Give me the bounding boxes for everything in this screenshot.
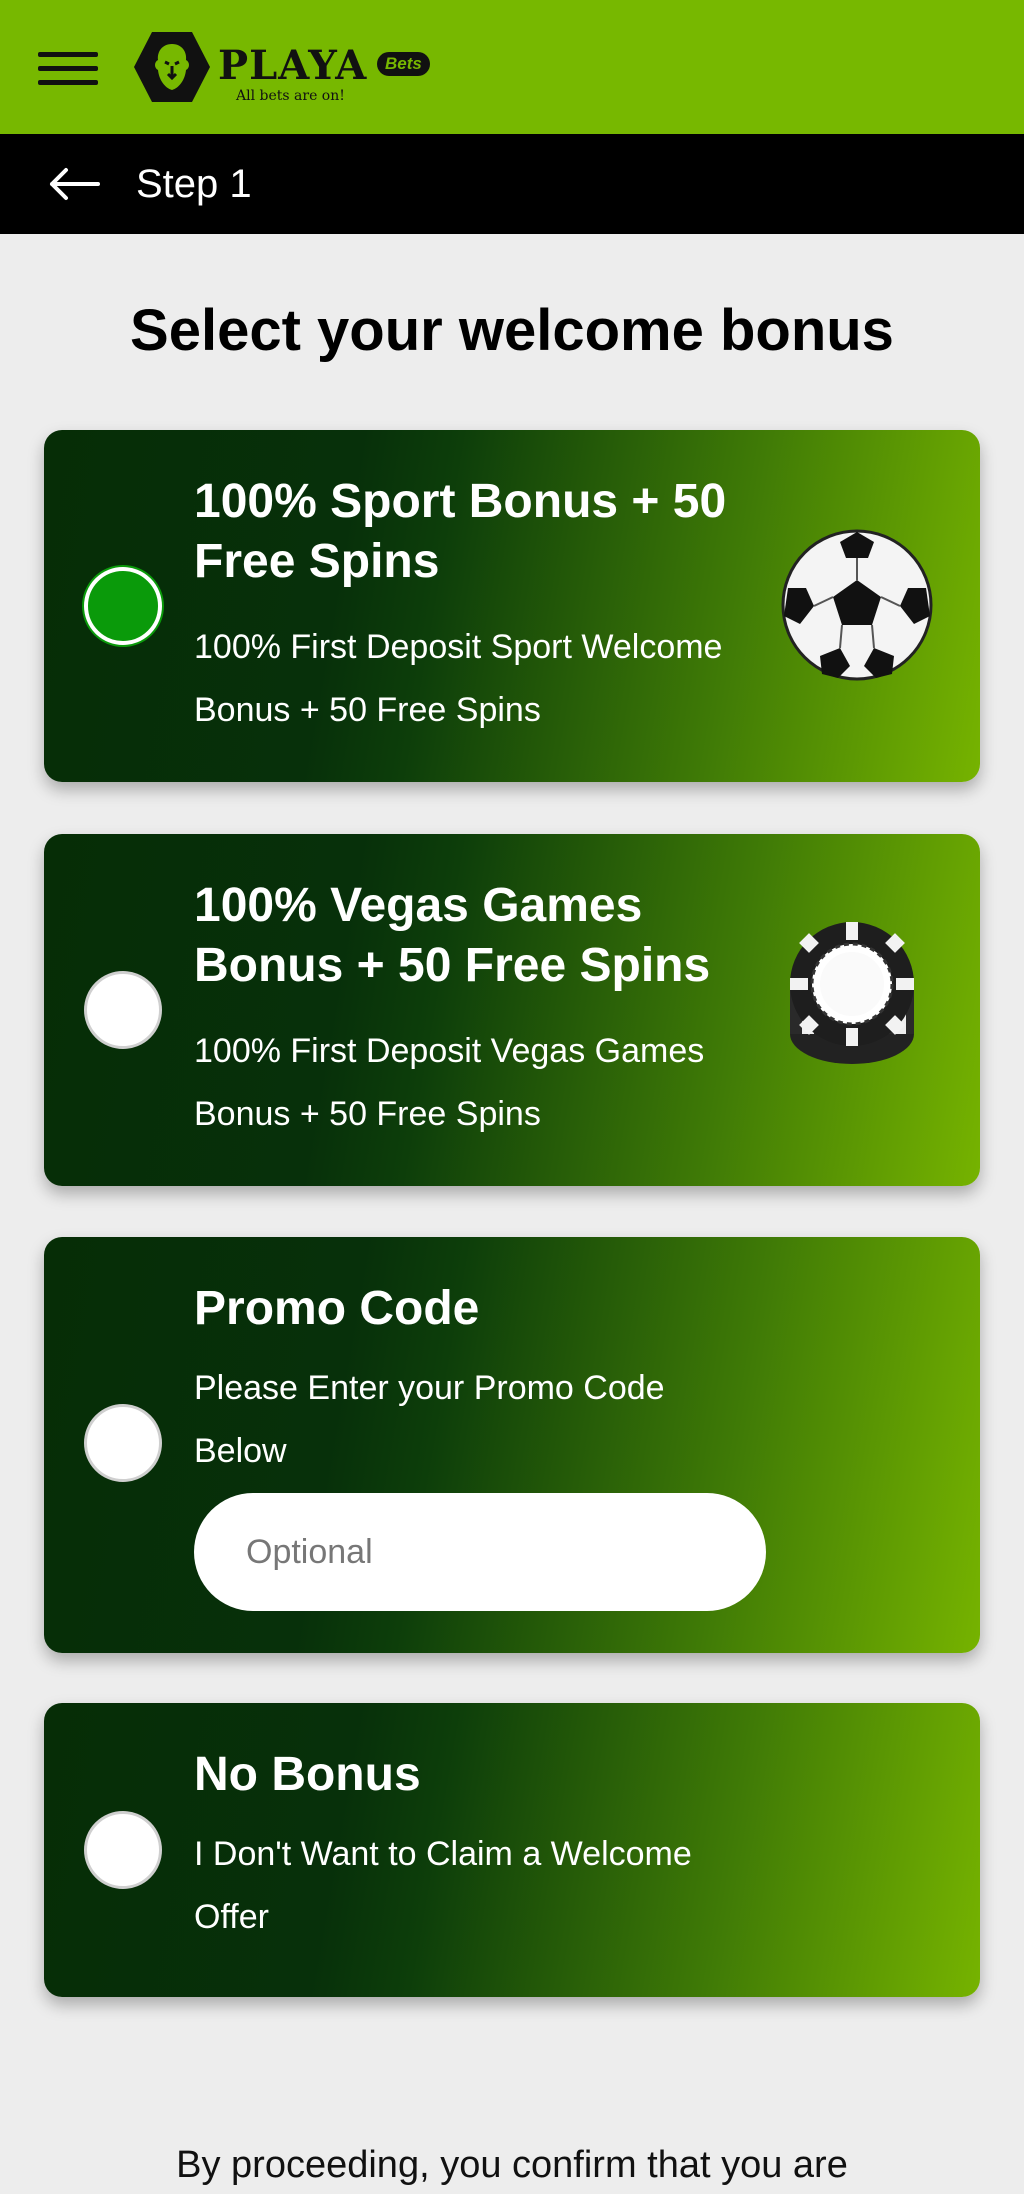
bonus-title: No Bonus <box>194 1748 421 1801</box>
logo-tagline: All bets are on! <box>236 88 345 104</box>
bonus-desc-line1: 100% First Deposit Sport Welcome <box>194 628 723 666</box>
bonus-desc-line2: Offer <box>194 1898 269 1936</box>
casino-chip-icon <box>790 922 914 1064</box>
bonus-desc-line2: Bonus + 50 Free Spins <box>194 691 541 729</box>
bonus-desc-line1: 100% First Deposit Vegas Games <box>194 1032 705 1070</box>
radio-no-bonus[interactable] <box>84 1811 162 1889</box>
bonus-title: Promo Code <box>194 1282 480 1335</box>
bonus-title-line1: 100% Vegas Games <box>194 879 643 932</box>
logo-wordmark: PLAYA <box>218 42 368 89</box>
logo-bets-badge: Bets <box>377 52 430 76</box>
bonus-desc-line2: Bonus + 50 Free Spins <box>194 1095 541 1133</box>
bonus-option-sport[interactable]: 100% Sport Bonus + 50 Free Spins 100% Fi… <box>44 430 980 782</box>
bonus-title-line2: Bonus + 50 Free Spins <box>194 939 711 992</box>
lion-logo-icon <box>134 32 210 102</box>
bonus-desc-line1: I Don't Want to Claim a Welcome <box>194 1835 692 1873</box>
bonus-title-line1: 100% Sport Bonus + 50 <box>194 475 727 528</box>
step-bar: Step 1 <box>0 134 1024 234</box>
arrow-left-icon[interactable] <box>48 162 100 206</box>
radio-promo-code[interactable] <box>84 1404 162 1482</box>
bonus-option-vegas[interactable]: 100% Vegas Games Bonus + 50 Free Spins 1… <box>44 834 980 1186</box>
promo-code-input[interactable] <box>194 1493 766 1611</box>
bonus-desc-line1: Please Enter your Promo Code <box>194 1369 665 1407</box>
bonus-title-line2: Free Spins <box>194 535 440 588</box>
radio-vegas-bonus[interactable] <box>84 971 162 1049</box>
top-header: PLAYA Bets All bets are on! <box>0 0 1024 134</box>
radio-sport-bonus[interactable] <box>84 567 162 645</box>
soccer-ball-icon <box>781 529 933 681</box>
page-title: Select your welcome bonus <box>130 298 894 363</box>
bonus-option-promo-code[interactable]: Promo Code Please Enter your Promo Code … <box>44 1237 980 1653</box>
bonus-desc-line2: Below <box>194 1432 287 1470</box>
playa-bets-logo[interactable]: PLAYA Bets All bets are on! <box>132 28 442 108</box>
step-title: Step 1 <box>136 162 252 206</box>
hamburger-menu-icon[interactable] <box>38 52 98 86</box>
bonus-option-no-bonus[interactable]: No Bonus I Don't Want to Claim a Welcome… <box>44 1703 980 1997</box>
footer-disclaimer: By proceeding, you confirm that you are <box>176 2144 848 2186</box>
